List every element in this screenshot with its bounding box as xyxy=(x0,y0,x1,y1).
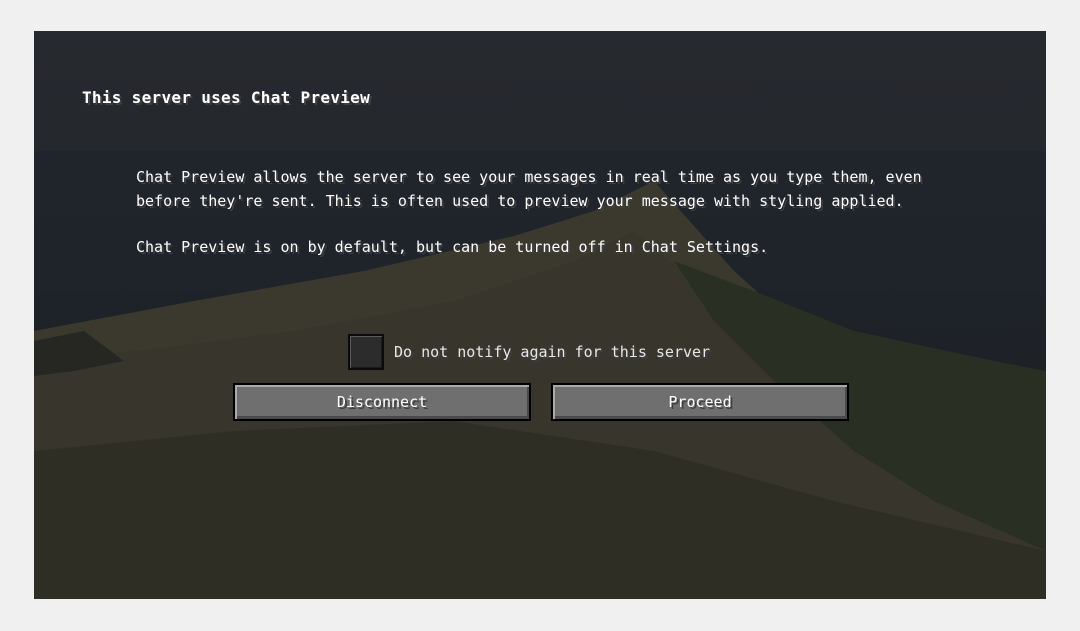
do-not-notify-checkbox[interactable] xyxy=(348,334,384,370)
chat-preview-warning-screen: This server uses Chat Preview Chat Previ… xyxy=(34,31,1046,599)
do-not-notify-option[interactable]: Do not notify again for this server xyxy=(348,334,710,370)
proceed-button[interactable]: Proceed xyxy=(551,383,849,421)
message-paragraph-1: Chat Preview allows the server to see yo… xyxy=(136,168,922,210)
warning-message: Chat Preview allows the server to see yo… xyxy=(136,165,966,281)
screen-title: This server uses Chat Preview xyxy=(82,88,371,107)
message-paragraph-2: Chat Preview is on by default, but can b… xyxy=(136,238,769,256)
do-not-notify-label: Do not notify again for this server xyxy=(394,343,711,361)
disconnect-button[interactable]: Disconnect xyxy=(233,383,531,421)
game-window: This server uses Chat Preview Chat Previ… xyxy=(34,31,1046,599)
